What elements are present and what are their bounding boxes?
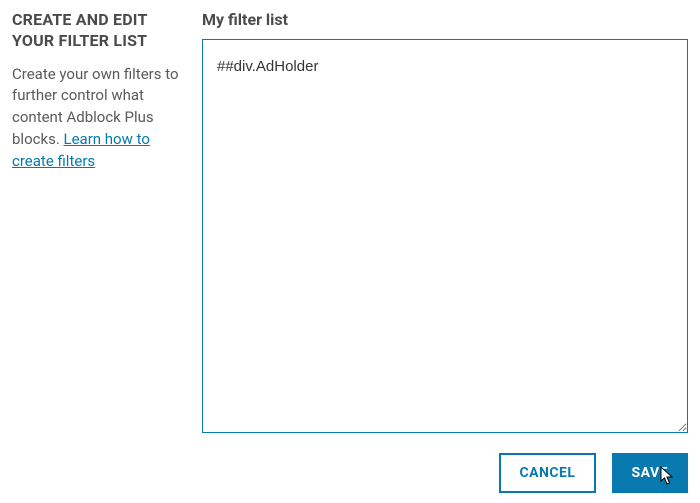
cursor-icon <box>660 466 676 486</box>
filter-list-heading: My filter list <box>202 10 688 29</box>
main-content: My filter list CANCEL SAVE <box>202 10 688 493</box>
sidebar-heading: CREATE AND EDIT YOUR FILTER LIST <box>12 10 180 52</box>
sidebar: CREATE AND EDIT YOUR FILTER LIST Create … <box>12 10 180 493</box>
cancel-button[interactable]: CANCEL <box>499 453 595 493</box>
button-row: CANCEL SAVE <box>202 453 688 493</box>
filter-list-textarea[interactable] <box>202 39 688 433</box>
sidebar-description: Create your own filters to further contr… <box>12 64 180 173</box>
save-button[interactable]: SAVE <box>612 453 689 493</box>
